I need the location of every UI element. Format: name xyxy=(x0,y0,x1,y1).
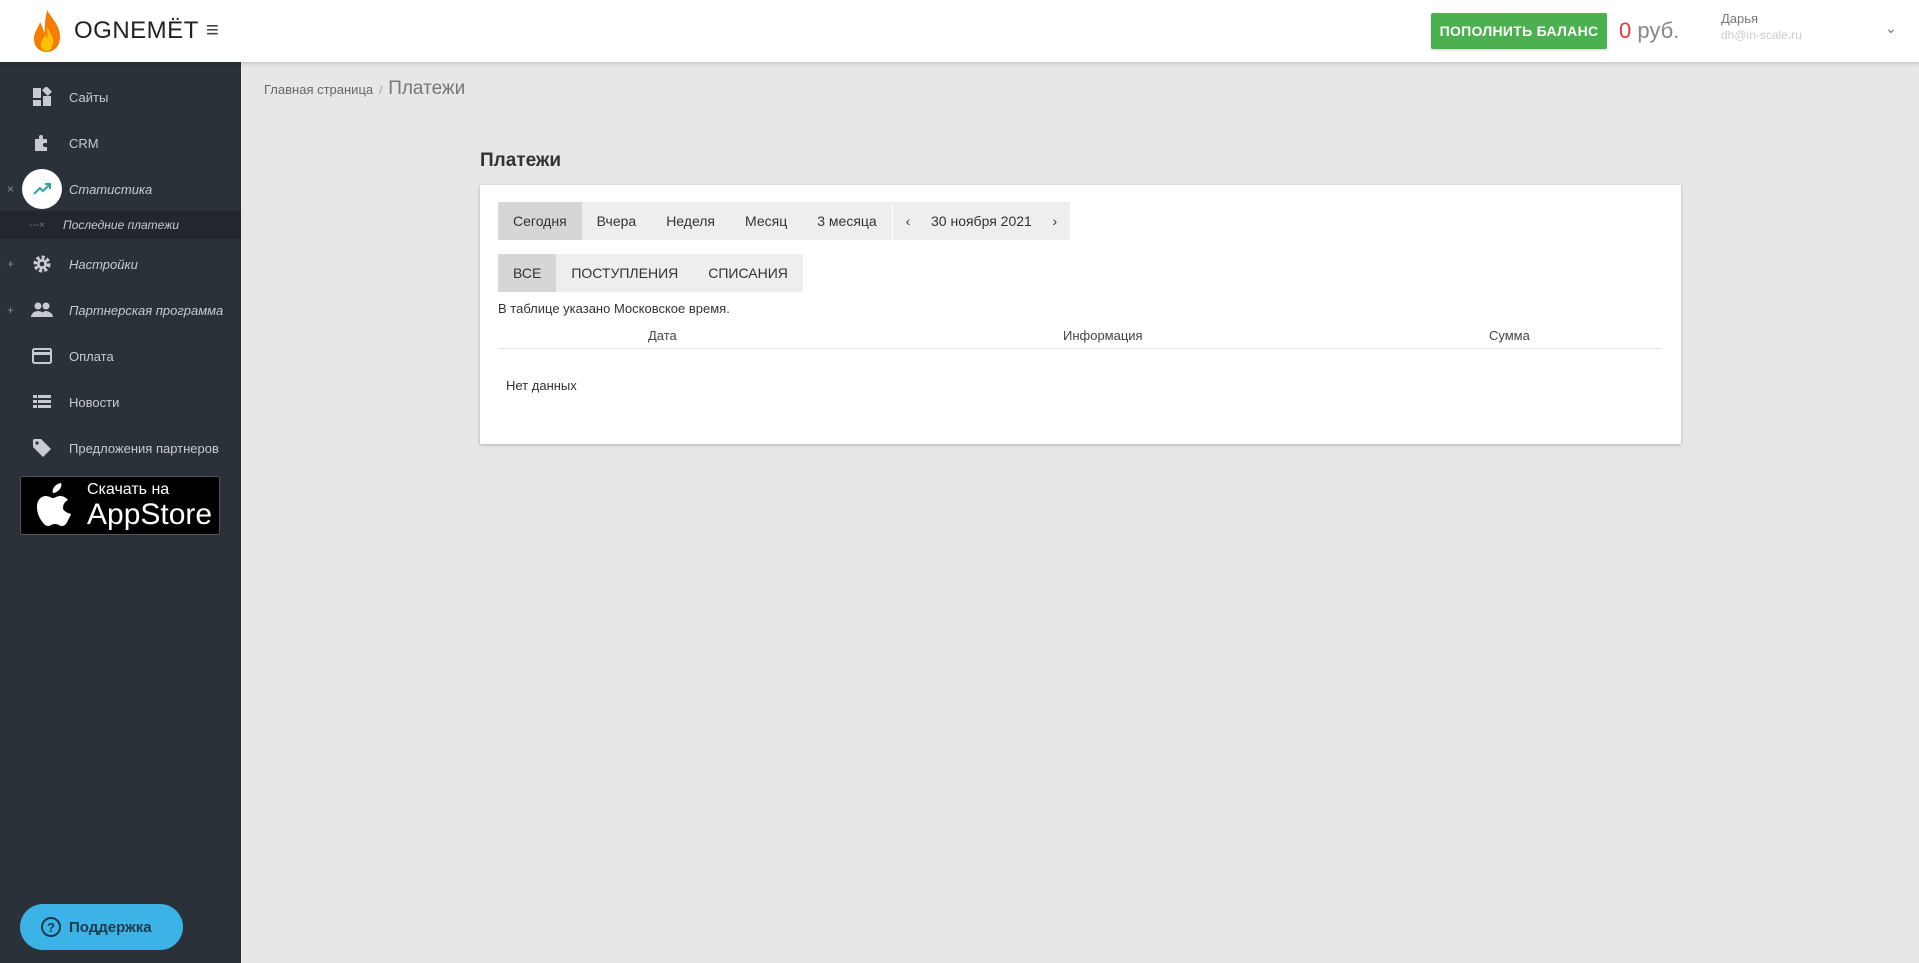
breadcrumb: Главная страница / Платежи xyxy=(264,78,465,100)
dashboard-icon xyxy=(30,85,54,109)
column-amount: Сумма xyxy=(1489,328,1530,343)
period-month-button[interactable]: Месяц xyxy=(730,202,802,240)
period-selector: Сегодня Вчера Неделя Месяц 3 месяца xyxy=(498,202,892,240)
breadcrumb-home-link[interactable]: Главная страница xyxy=(264,82,373,97)
chevron-down-icon[interactable]: ⌄ xyxy=(1885,20,1897,37)
sidebar-item-label: CRM xyxy=(69,135,99,151)
sidebar-subitem-last-payments[interactable]: ---× Последние платежи xyxy=(0,211,241,239)
sidebar-item-label: Сайты xyxy=(69,89,109,105)
expand-mark[interactable]: + xyxy=(7,257,14,271)
date-navigator: ‹ 30 ноября 2021 › xyxy=(893,202,1070,240)
apple-icon xyxy=(37,482,71,526)
sidebar-item-label: Оплата xyxy=(69,348,114,364)
sidebar-item-statistics[interactable]: × Статистика xyxy=(0,166,241,212)
sidebar-item-payment[interactable]: Оплата xyxy=(0,333,241,379)
topup-balance-button[interactable]: ПОПОЛНИТЬ БАЛАНС xyxy=(1431,13,1607,49)
sidebar-item-crm[interactable]: CRM xyxy=(0,120,241,166)
credit-card-icon xyxy=(30,344,54,368)
expand-mark[interactable]: + xyxy=(7,303,14,317)
sidebar-item-partner-program[interactable]: + Партнерская программа xyxy=(0,287,241,333)
balance-display: 0 руб. xyxy=(1619,18,1679,44)
user-email: dh@in-scale.ru xyxy=(1721,28,1802,42)
balance-currency: руб. xyxy=(1637,18,1680,43)
appstore-badge[interactable]: Скачать на AppStore xyxy=(20,476,220,535)
menu-toggle-icon[interactable]: ≡ xyxy=(206,18,219,42)
sidebar-item-settings[interactable]: + Настройки xyxy=(0,241,241,287)
filter-income-button[interactable]: ПОСТУПЛЕНИЯ xyxy=(556,254,693,292)
column-info: Информация xyxy=(1063,328,1143,343)
support-button[interactable]: ? Поддержка xyxy=(20,904,183,950)
tag-icon xyxy=(30,436,54,460)
sidebar-item-label: Настройки xyxy=(69,256,138,272)
breadcrumb-separator: / xyxy=(379,85,383,97)
help-icon: ? xyxy=(41,917,61,937)
sidebar-subitem-label: Последние платежи xyxy=(63,218,180,232)
timezone-note: В таблице указано Московское время. xyxy=(498,301,730,316)
column-date: Дата xyxy=(648,328,677,343)
sidebar-item-label: Предложения партнеров xyxy=(69,440,219,456)
list-icon xyxy=(30,390,54,414)
top-header: OGNEMЁT ≡ ПОПОЛНИТЬ БАЛАНС 0 руб. Дарья … xyxy=(0,0,1919,62)
period-yesterday-button[interactable]: Вчера xyxy=(582,202,652,240)
appstore-line1: Скачать на xyxy=(87,480,170,498)
sidebar: Сайты CRM × Статистика ---× Последние пл… xyxy=(0,62,241,963)
type-filter: ВСЕ ПОСТУПЛЕНИЯ СПИСАНИЯ xyxy=(498,254,803,292)
support-label: Поддержка xyxy=(69,918,152,936)
puzzle-icon xyxy=(30,131,54,155)
table-header: Дата Информация Сумма xyxy=(498,322,1662,349)
gear-icon xyxy=(30,252,54,276)
sidebar-item-news[interactable]: Новости xyxy=(0,379,241,425)
filter-all-button[interactable]: ВСЕ xyxy=(498,254,557,292)
sidebar-item-partner-offers[interactable]: Предложения партнеров xyxy=(0,425,241,471)
period-today-button[interactable]: Сегодня xyxy=(498,202,582,240)
page-title: Платежи xyxy=(480,150,562,171)
people-icon xyxy=(30,298,54,322)
current-date: 30 ноября 2021 xyxy=(931,213,1032,229)
period-3months-button[interactable]: 3 месяца xyxy=(802,202,891,240)
payments-card: Сегодня Вчера Неделя Месяц 3 месяца ‹ 30… xyxy=(480,185,1681,444)
filter-expense-button[interactable]: СПИСАНИЯ xyxy=(693,254,803,292)
sidebar-item-label: Статистика xyxy=(69,181,153,197)
breadcrumb-current: Платежи xyxy=(388,78,466,99)
balance-amount: 0 xyxy=(1619,18,1632,43)
flame-icon xyxy=(33,10,60,52)
trending-up-icon xyxy=(22,169,62,209)
sidebar-item-label: Новости xyxy=(69,394,120,410)
chevron-right-icon[interactable]: › xyxy=(1040,202,1070,240)
chevron-left-icon[interactable]: ‹ xyxy=(893,202,923,240)
tree-connector: ---× xyxy=(29,219,45,231)
sidebar-item-label: Партнерская программа xyxy=(69,302,224,318)
user-menu[interactable]: Дарья dh@in-scale.ru xyxy=(1721,11,1802,42)
user-name: Дарья xyxy=(1721,11,1759,26)
brand-name: OGNEMЁT xyxy=(74,17,199,44)
period-week-button[interactable]: Неделя xyxy=(651,202,730,240)
logo[interactable]: OGNEMЁT xyxy=(30,9,199,53)
collapse-mark[interactable]: × xyxy=(7,182,14,196)
sidebar-item-sites[interactable]: Сайты xyxy=(0,74,241,120)
empty-state: Нет данных xyxy=(506,378,577,393)
appstore-line2: AppStore xyxy=(87,497,213,531)
